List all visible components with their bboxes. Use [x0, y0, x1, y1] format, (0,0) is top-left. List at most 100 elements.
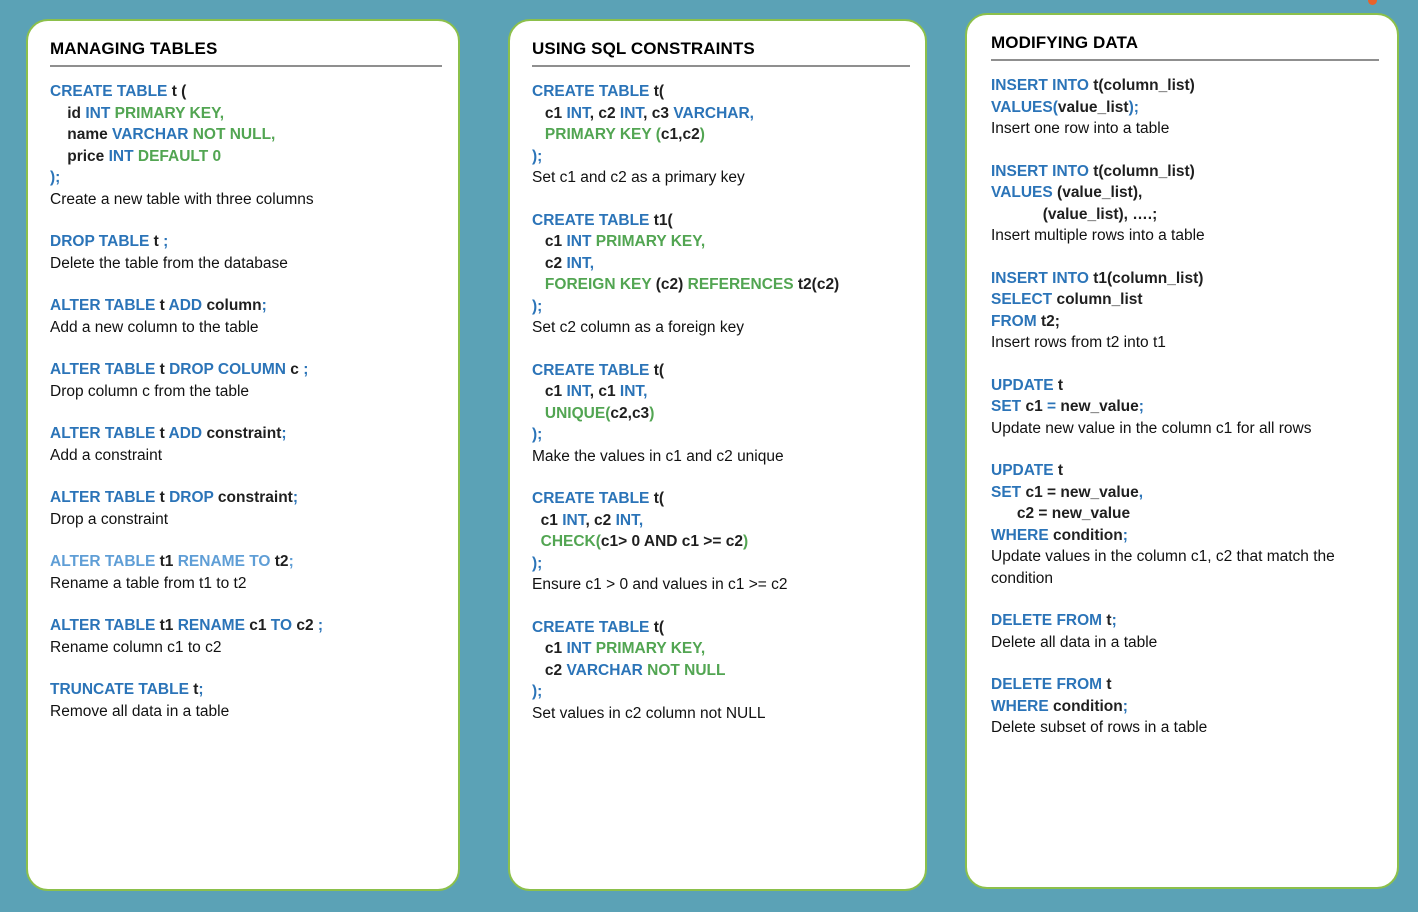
snippet-description: Rename a table from t1 to t2 — [50, 574, 247, 592]
snippet-description: Update new value in the column c1 for al… — [991, 419, 1312, 437]
code-token: PRIMARY KEY, — [595, 640, 706, 657]
code-token: constraint — [217, 489, 293, 506]
code-line: CREATE TABLE t( — [532, 488, 905, 510]
code-token: c1 = new_value — [1025, 483, 1139, 501]
code-line: CREATE TABLE t( — [532, 81, 905, 103]
code-token: (c2) — [655, 276, 688, 293]
code-token: ADD — [168, 297, 207, 314]
code-token: CREATE TABLE — [50, 83, 172, 100]
code-line: INSERT INTO t1(column_list) — [991, 268, 1377, 290]
snippet-description: Delete all data in a table — [991, 633, 1158, 651]
snippet-description: Remove all data in a table — [50, 702, 230, 720]
code-line: CREATE TABLE t( — [532, 360, 905, 382]
code-token: NOT NULL — [647, 661, 726, 679]
sql-snippet: UPDATE t SET c1 = new_value, c2 = new_val… — [991, 460, 1377, 589]
code-token: RENAME TO — [177, 553, 275, 570]
code-token: price — [50, 147, 109, 165]
code-token: value_list — [1057, 98, 1129, 116]
sql-snippet: INSERT INTO t(column_list) VALUES (value_… — [991, 161, 1377, 247]
sql-snippet: INSERT INTO t(column_list) VALUES(value_l… — [991, 75, 1377, 140]
code-token: c1 — [532, 383, 567, 400]
code-token: INT — [619, 104, 644, 122]
code-line: WHERE condition; — [991, 696, 1377, 718]
sql-snippet: CREATE TABLE t( c1 INT, c2 INT, c3 VARCH… — [532, 81, 905, 189]
snippet-description: Create a new table with three columns — [50, 190, 314, 208]
code-line: ); — [532, 424, 905, 446]
snippet-list: CREATE TABLE t ( id INT PRIMARY KEY, nam… — [50, 81, 438, 722]
code-token: ALTER TABLE — [50, 425, 160, 442]
code-token: ALTER TABLE — [50, 297, 160, 314]
code-token: WHERE — [991, 697, 1053, 715]
code-token: t(column_list) — [1093, 162, 1195, 180]
code-token: ; — [303, 361, 309, 378]
code-token: TO — [270, 617, 297, 634]
code-line: c1 INT, c1 INT, — [532, 381, 905, 403]
code-token: ) — [649, 404, 655, 422]
code-line: c2 INT, — [532, 253, 905, 275]
snippet-description: Ensure c1 > 0 and values in c1 >= c2 — [532, 576, 788, 593]
code-token: CREATE TABLE — [532, 211, 654, 229]
code-token: ); — [532, 426, 543, 443]
code-line: SELECT column_list — [991, 289, 1377, 311]
code-token: t1(column_list) — [1093, 269, 1204, 287]
sql-code: UPDATE t SET c1 = new_value; — [991, 375, 1377, 418]
card-body: MODIFYING DATA INSERT INTO t(column_list… — [967, 15, 1397, 749]
code-line: c1 INT, c2 INT, — [532, 510, 905, 532]
code-token: UNIQUE — [532, 404, 606, 422]
sql-code: DROP TABLE t ; — [50, 231, 438, 253]
sql-code: CREATE TABLE t( c1 INT, c2 INT, CHECK(c1… — [532, 488, 905, 574]
code-token: ); — [532, 147, 543, 165]
code-token: ) — [742, 533, 749, 550]
snippet-list: INSERT INTO t(column_list) VALUES(value_l… — [991, 75, 1377, 739]
snippet-description: Drop a constraint — [50, 510, 169, 528]
code-line: UPDATE t — [991, 375, 1377, 397]
code-token: t — [159, 425, 169, 442]
code-token: id — [50, 104, 86, 122]
snippet-description: Set values in c2 column not NULL — [532, 704, 766, 722]
code-token: c1,c2 — [660, 126, 700, 143]
code-token: (value_list), ….; — [991, 205, 1158, 223]
code-token: FOREIGN KEY — [532, 276, 656, 293]
code-token: c2 — [532, 254, 567, 272]
sql-code: CREATE TABLE t ( id INT PRIMARY KEY, nam… — [50, 81, 438, 189]
snippet-list: CREATE TABLE t( c1 INT, c2 INT, c3 VARCH… — [532, 81, 905, 724]
sql-snippet: CREATE TABLE t( c1 INT, c1 INT, UNIQUE(c… — [532, 360, 905, 468]
sql-snippet: DELETE FROM t; Delete all data in a table — [991, 610, 1377, 653]
sql-snippet: CREATE TABLE t1( c1 INT PRIMARY KEY, c2 … — [532, 210, 905, 339]
code-line: c2 VARCHAR NOT NULL — [532, 660, 905, 682]
code-token: INT, — [566, 254, 595, 272]
code-line: DROP TABLE t ; — [50, 231, 438, 253]
code-token: , c2 — [585, 511, 616, 529]
code-token: VALUES — [991, 98, 1053, 116]
code-line: CREATE TABLE t1( — [532, 210, 905, 232]
code-line: name VARCHAR NOT NULL, — [50, 124, 438, 146]
code-token: CREATE TABLE — [532, 618, 654, 636]
code-token: (value_list), — [1057, 184, 1143, 201]
snippet-description: Add a new column to the table — [50, 318, 259, 336]
snippet-description: Insert multiple rows into a table — [991, 227, 1205, 244]
card-modifying-data: MODIFYING DATA INSERT INTO t(column_list… — [965, 13, 1399, 889]
code-token: INT — [108, 147, 138, 165]
code-token: VALUES — [991, 184, 1058, 201]
code-token: ; — [292, 489, 299, 506]
code-line: (value_list), ….; — [991, 204, 1377, 226]
code-token: PRIMARY KEY — [532, 126, 656, 143]
code-line: ALTER TABLE t ADD column; — [50, 295, 438, 317]
code-line: DELETE FROM t — [991, 674, 1377, 696]
code-token: INT — [566, 104, 590, 122]
sql-snippet: DELETE FROM t WHERE condition; Delete subs… — [991, 674, 1377, 739]
code-line: c1 INT, c2 INT, c3 VARCHAR, — [532, 103, 905, 125]
code-line: ALTER TABLE t1 RENAME c1 TO c2 ; — [50, 615, 438, 637]
sql-code: INSERT INTO t(column_list) VALUES(value_l… — [991, 75, 1377, 118]
title-divider — [50, 65, 442, 67]
code-token: CREATE TABLE — [532, 83, 654, 100]
code-token: name — [50, 126, 113, 143]
sql-code: ALTER TABLE t ADD constraint; — [50, 423, 438, 445]
code-token: c1 — [532, 104, 567, 122]
code-token: t — [1057, 462, 1064, 479]
code-token: INT — [566, 383, 590, 400]
code-token: ADD — [168, 425, 207, 442]
card-body: USING SQL CONSTRAINTS CREATE TABLE t( c1… — [510, 21, 925, 734]
code-token: c2 — [296, 617, 318, 634]
code-token: t — [1057, 376, 1064, 394]
